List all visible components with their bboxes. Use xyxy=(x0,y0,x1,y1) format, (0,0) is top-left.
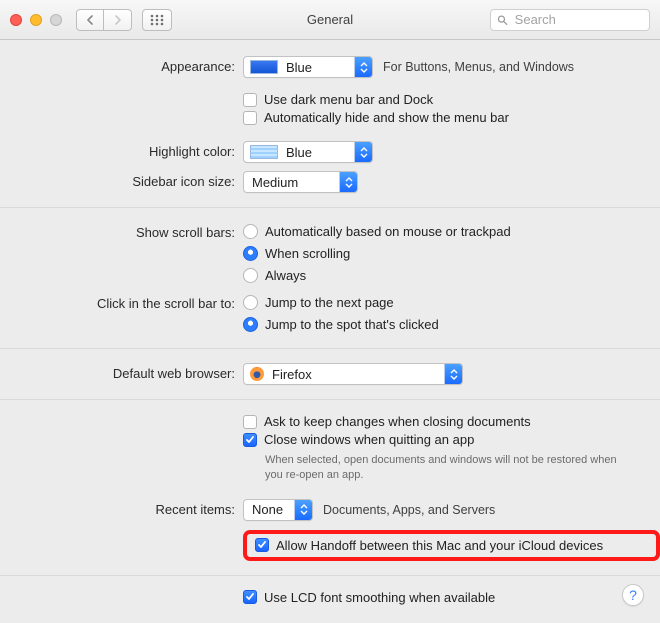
appearance-value: Blue xyxy=(278,60,354,75)
close-windows-note: When selected, open documents and window… xyxy=(265,453,625,483)
close-windows-checkbox[interactable]: Close windows when quitting an app xyxy=(243,432,660,447)
zoom-window-button xyxy=(50,14,62,26)
browser-popup[interactable]: Firefox xyxy=(243,363,463,385)
appearance-popup[interactable]: Blue xyxy=(243,56,373,78)
firefox-icon xyxy=(250,367,264,381)
recent-items-value: None xyxy=(244,502,294,517)
chevron-up-down-icon xyxy=(294,500,312,520)
show-all-button[interactable] xyxy=(142,9,172,31)
traffic-lights xyxy=(10,14,62,26)
click-scroll-option-spot[interactable]: Jump to the spot that's clicked xyxy=(243,317,660,332)
forward-button[interactable] xyxy=(104,9,132,31)
auto-hide-menubar-checkbox[interactable]: Automatically hide and show the menu bar xyxy=(243,110,660,125)
help-button[interactable]: ? xyxy=(622,584,644,606)
dark-menu-label: Use dark menu bar and Dock xyxy=(264,92,433,107)
close-window-button[interactable] xyxy=(10,14,22,26)
browser-label: Default web browser: xyxy=(0,363,243,381)
chevron-up-down-icon xyxy=(444,364,462,384)
highlight-value: Blue xyxy=(278,145,354,160)
handoff-checkbox[interactable]: Allow Handoff between this Mac and your … xyxy=(255,538,603,553)
sidebar-size-popup[interactable]: Medium xyxy=(243,171,358,193)
auto-hide-menubar-label: Automatically hide and show the menu bar xyxy=(264,110,509,125)
dark-menu-checkbox[interactable]: Use dark menu bar and Dock xyxy=(243,92,660,107)
sidebar-size-label: Sidebar icon size: xyxy=(0,171,243,189)
browser-value: Firefox xyxy=(264,367,444,382)
click-scroll-option-page[interactable]: Jump to the next page xyxy=(243,295,660,310)
general-pane: Appearance: Blue For Buttons, Menus, and… xyxy=(0,40,660,623)
scrollbars-option-auto[interactable]: Automatically based on mouse or trackpad xyxy=(243,224,660,239)
highlight-popup[interactable]: Blue xyxy=(243,141,373,163)
appearance-hint: For Buttons, Menus, and Windows xyxy=(383,60,574,74)
chevron-up-down-icon xyxy=(354,57,372,77)
lcd-font-smoothing-checkbox[interactable]: Use LCD font smoothing when available xyxy=(243,590,660,605)
chevron-up-down-icon xyxy=(339,172,357,192)
highlight-label: Highlight color: xyxy=(0,141,243,159)
recent-items-suffix: Documents, Apps, and Servers xyxy=(323,503,495,517)
scrollbars-option-always[interactable]: Always xyxy=(243,268,660,283)
nav-back-forward xyxy=(76,9,132,31)
titlebar: General xyxy=(0,0,660,40)
appearance-label: Appearance: xyxy=(0,56,243,74)
highlight-swatch xyxy=(250,145,278,159)
scrollbars-label: Show scroll bars: xyxy=(0,222,243,240)
chevron-up-down-icon xyxy=(354,142,372,162)
click-scroll-label: Click in the scroll bar to: xyxy=(0,293,243,311)
back-button[interactable] xyxy=(76,9,104,31)
grid-icon xyxy=(150,14,164,26)
handoff-highlight: Allow Handoff between this Mac and your … xyxy=(243,530,660,561)
search-icon xyxy=(497,14,508,26)
scrollbars-option-when-scrolling[interactable]: When scrolling xyxy=(243,246,660,261)
search-field[interactable] xyxy=(490,9,650,31)
appearance-swatch xyxy=(250,60,278,74)
search-input[interactable] xyxy=(513,11,643,29)
recent-items-label: Recent items: xyxy=(0,499,243,517)
help-icon: ? xyxy=(629,587,637,603)
ask-keep-changes-checkbox[interactable]: Ask to keep changes when closing documen… xyxy=(243,414,660,429)
recent-items-popup[interactable]: None xyxy=(243,499,313,521)
sidebar-size-value: Medium xyxy=(244,175,339,190)
minimize-window-button[interactable] xyxy=(30,14,42,26)
